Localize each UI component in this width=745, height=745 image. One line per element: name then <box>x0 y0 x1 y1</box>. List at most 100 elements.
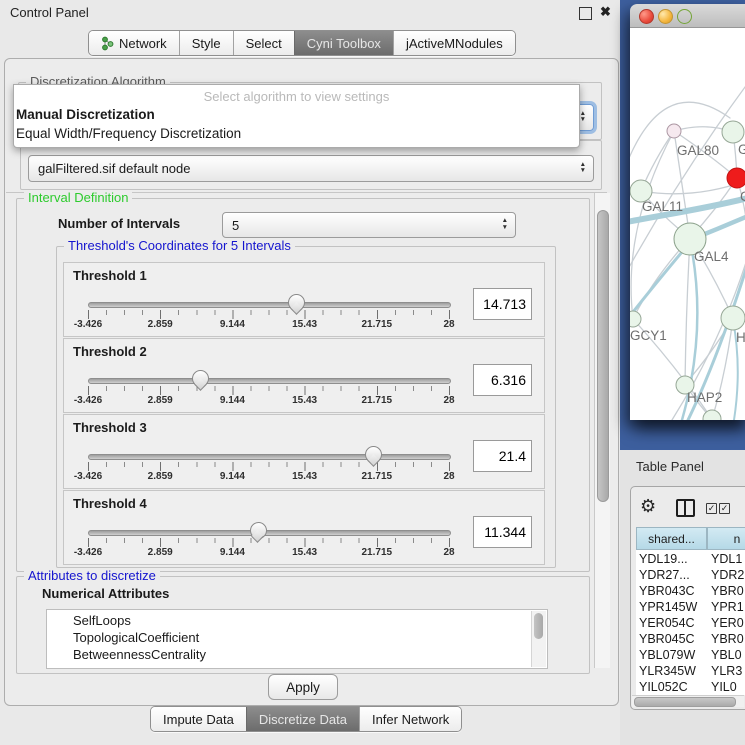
apply-button[interactable]: Apply <box>268 674 338 700</box>
network-canvas[interactable]: GAL80 GA C GAL11 GAL4 GCY1 H HAP2 <box>630 28 745 420</box>
threshold-3-slider-track[interactable] <box>88 454 451 460</box>
close-icon[interactable]: ✖ <box>600 4 611 20</box>
table-row[interactable]: YDL19...YDL1 <box>636 552 745 568</box>
table-row[interactable]: YER054CYER0 <box>636 616 745 632</box>
node-ga[interactable] <box>722 121 744 143</box>
tick-label: -3.426 <box>74 471 102 482</box>
cell[interactable]: YDR2 <box>707 568 744 584</box>
cell[interactable]: YER054C <box>636 616 707 632</box>
list-item-topologicalcoefficient[interactable]: TopologicalCoefficient <box>73 630 199 645</box>
scrollbar-thumb[interactable] <box>534 613 543 639</box>
threshold-4-panel: Threshold 4 -3.426 2.859 9.144 15.43 21.… <box>63 490 545 565</box>
zoom-traffic-light-icon[interactable] <box>677 9 692 24</box>
network-window-titlebar[interactable] <box>630 4 745 28</box>
tab-network-label: Network <box>119 36 167 51</box>
tab-jactivemnodules[interactable]: jActiveMNodules <box>393 31 515 55</box>
cell[interactable]: YBR0 <box>707 632 744 648</box>
tick-label: 9.144 <box>220 319 245 330</box>
tab-cyni-toolbox[interactable]: Cyni Toolbox <box>294 31 393 55</box>
node-gcy1[interactable] <box>630 311 641 327</box>
tab-infer-network[interactable]: Infer Network <box>359 707 461 731</box>
tick-label: 9.144 <box>220 547 245 558</box>
cell[interactable]: YBL079W <box>636 648 707 664</box>
checkbox-icon[interactable]: ✓ <box>719 503 730 514</box>
threshold-2-slider-thumb[interactable] <box>192 370 209 387</box>
control-panel-tabs: Network Style Select Cyni Toolbox jActiv… <box>88 30 516 56</box>
node-selected-red[interactable] <box>727 168 745 188</box>
tab-infer-network-label: Infer Network <box>372 712 449 727</box>
threshold-1-slider-track[interactable] <box>88 302 451 308</box>
list-item-selfloops[interactable]: SelfLoops <box>73 613 131 628</box>
float-window-icon[interactable] <box>579 7 592 20</box>
num-intervals-label: Number of Intervals <box>58 216 180 231</box>
cell[interactable]: YBR045C <box>636 632 707 648</box>
column-header-name[interactable]: n <box>707 527 745 550</box>
threshold-4-value-field[interactable] <box>473 516 532 548</box>
table-data-combo[interactable]: galFiltered.sif default node ▲▼ <box>28 155 594 182</box>
table-row[interactable]: YBL079WYBL0 <box>636 648 745 664</box>
tab-network[interactable]: Network <box>89 31 179 55</box>
node-h[interactable] <box>721 306 745 330</box>
minimize-traffic-light-icon[interactable] <box>658 9 673 24</box>
threshold-2-value-field[interactable] <box>473 364 532 396</box>
cell[interactable]: YDR27... <box>636 568 707 584</box>
cell[interactable]: YPR1 <box>707 600 744 616</box>
list-item-betweennesscentrality[interactable]: BetweennessCentrality <box>73 647 206 662</box>
threshold-4-slider-track[interactable] <box>88 530 451 536</box>
table-row[interactable]: YDR27...YDR2 <box>636 568 745 584</box>
table-row[interactable]: YPR145WYPR1 <box>636 600 745 616</box>
table-row[interactable]: YBR043CYBR0 <box>636 584 745 600</box>
gear-icon[interactable]: ⚙ <box>640 496 656 517</box>
scrollbar-thumb[interactable] <box>634 697 736 707</box>
popup-option-manual-discretization[interactable]: Manual Discretization <box>16 107 155 122</box>
vertical-scrollbar[interactable] <box>594 193 610 668</box>
threshold-2-label: Threshold 2 <box>73 344 147 359</box>
checkbox-icon[interactable]: ✓ <box>706 503 717 514</box>
threshold-1-value-field[interactable] <box>473 288 532 320</box>
node-attribute-table: shared... n YDL19...YDL1 YDR27...YDR2 YB… <box>636 527 745 695</box>
list-scrollbar[interactable] <box>531 611 546 667</box>
column-header-shared-name[interactable]: shared... <box>636 527 707 550</box>
cell[interactable]: YLR345W <box>636 664 707 680</box>
combo-arrows-icon: ▲▼ <box>502 218 508 232</box>
popup-option-equal-width-frequency[interactable]: Equal Width/Frequency Discretization <box>16 126 241 141</box>
cell[interactable]: YER0 <box>707 616 744 632</box>
tab-discretize-data[interactable]: Discretize Data <box>246 707 359 731</box>
threshold-3-slider-thumb[interactable] <box>365 446 382 463</box>
network-icon <box>101 36 114 51</box>
tick-label: 28 <box>443 319 454 330</box>
cell[interactable]: YPR145W <box>636 600 707 616</box>
threshold-1-slider-thumb[interactable] <box>288 294 305 311</box>
attributes-group-title: Attributes to discretize <box>24 568 160 583</box>
application-window: Control Panel ✖ Network Style Select <box>0 0 745 745</box>
threshold-4-slider-thumb[interactable] <box>250 522 267 539</box>
cell[interactable]: YDL1 <box>707 552 742 568</box>
scrollbar-thumb[interactable] <box>597 210 609 502</box>
slider-tick-labels: -3.426 2.859 9.144 15.43 21.715 28 <box>88 546 449 559</box>
node-gal80[interactable] <box>667 124 681 138</box>
cell[interactable]: YBL0 <box>707 648 742 664</box>
table-row[interactable]: YBR045CYBR0 <box>636 632 745 648</box>
cell[interactable]: YBR043C <box>636 584 707 600</box>
threshold-2-slider-track[interactable] <box>88 378 451 384</box>
control-panel-titlebar: Control Panel ✖ <box>0 0 620 26</box>
num-intervals-combo[interactable]: 5 ▲▼ <box>222 212 516 238</box>
cell[interactable]: YDL19... <box>636 552 707 568</box>
cell[interactable]: YLR3 <box>707 664 742 680</box>
table-row[interactable]: YIL052CYIL0 <box>636 680 745 695</box>
cell[interactable]: YIL0 <box>707 680 737 695</box>
tab-impute-data[interactable]: Impute Data <box>151 707 246 731</box>
tab-select[interactable]: Select <box>233 31 294 55</box>
network-nodes[interactable] <box>630 121 745 420</box>
tab-style[interactable]: Style <box>179 31 233 55</box>
close-traffic-light-icon[interactable] <box>639 9 654 24</box>
cell[interactable]: YIL052C <box>636 680 707 695</box>
split-columns-icon[interactable] <box>676 499 695 517</box>
combo-arrows-icon: ▲▼ <box>580 162 586 176</box>
table-row[interactable]: YLR345WYLR3 <box>636 664 745 680</box>
panel-title: Control Panel <box>10 5 89 20</box>
threshold-3-value-field[interactable] <box>473 440 532 472</box>
cell[interactable]: YBR0 <box>707 584 744 600</box>
table-horizontal-scrollbar[interactable] <box>632 695 744 707</box>
numerical-attributes-list: SelfLoops TopologicalCoefficient Between… <box>46 609 548 669</box>
